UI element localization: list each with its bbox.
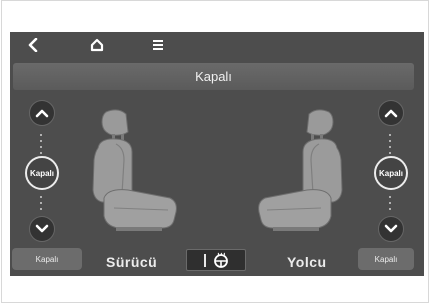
driver-off-button[interactable]: Kapalı <box>12 248 82 270</box>
passenger-level-dots-lower <box>389 196 392 214</box>
passenger-seat-icon <box>258 109 343 231</box>
back-icon[interactable] <box>24 36 42 54</box>
passenger-off-button[interactable]: Kapalı <box>358 248 414 270</box>
driver-seat-icon <box>92 109 177 231</box>
heat-level-bar <box>203 253 206 267</box>
driver-level-up-button[interactable] <box>29 100 55 126</box>
chevron-up-icon <box>35 109 49 118</box>
chevron-down-icon <box>384 224 398 233</box>
chevron-down-icon <box>35 224 49 233</box>
home-icon[interactable] <box>87 36 107 54</box>
climate-screen: Kapalı Kapalı Kapalı Kapalı Sürücü Yolcu… <box>10 32 424 276</box>
driver-label: Sürücü <box>106 254 158 270</box>
status-bar: Kapalı <box>13 63 414 90</box>
passenger-level-up-button[interactable] <box>378 100 404 126</box>
driver-level-dots-upper <box>40 134 43 158</box>
passenger-label: Yolcu <box>287 254 327 270</box>
driver-level-down-button[interactable] <box>29 216 55 242</box>
passenger-level-down-button[interactable] <box>378 216 404 242</box>
driver-level-indicator: Kapalı <box>25 156 59 190</box>
top-bar <box>10 32 424 58</box>
driver-level-dots-lower <box>40 196 43 214</box>
chevron-up-icon <box>384 109 398 118</box>
screenshot-frame: Kapalı Kapalı Kapalı Kapalı Sürücü Yolcu… <box>1 0 429 303</box>
steering-wheel-heat-icon <box>213 252 228 268</box>
passenger-level-control: Kapalı <box>373 100 409 242</box>
driver-level-control: Kapalı <box>24 100 60 242</box>
passenger-level-indicator: Kapalı <box>374 156 408 190</box>
passenger-level-dots-upper <box>389 134 392 158</box>
menu-icon[interactable] <box>149 36 167 54</box>
steering-heat-button[interactable] <box>186 249 246 271</box>
